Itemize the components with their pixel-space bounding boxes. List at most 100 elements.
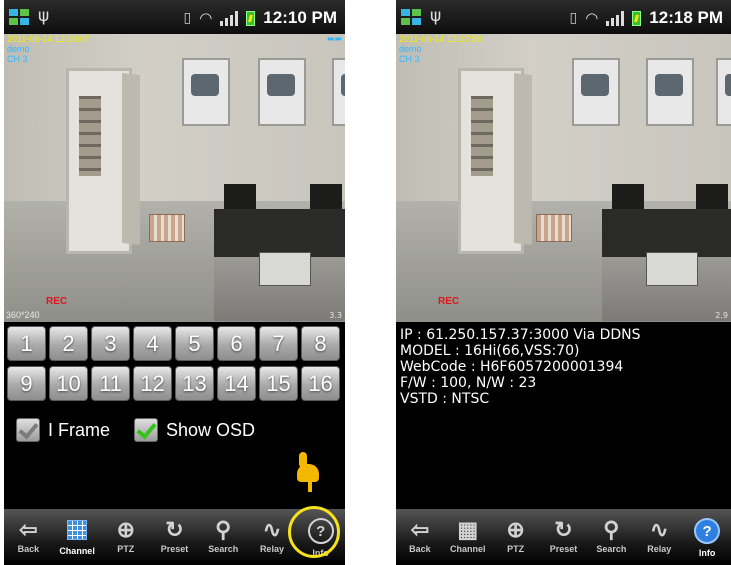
channel-button-2[interactable]: 2 xyxy=(49,326,88,361)
channel-button-15[interactable]: 15 xyxy=(259,366,298,401)
toolbar-info-label: Info xyxy=(698,548,716,558)
iframe-checkbox[interactable]: I Frame xyxy=(16,418,110,442)
toolbar-ptz-button[interactable]: ⊕ PTZ xyxy=(492,509,540,565)
pointing-hand-icon xyxy=(295,452,319,492)
ptz-icon: ⊕ xyxy=(506,517,525,542)
checkbox-checked-icon xyxy=(134,418,159,442)
status-time: 12:10 PM xyxy=(263,8,337,27)
channel-button-10[interactable]: 10 xyxy=(49,366,88,401)
signal-icon xyxy=(606,10,625,26)
info-highlight-circle xyxy=(288,506,340,558)
channel-button-grid: 1 2 3 4 5 6 7 8 9 10 11 12 13 14 15 16 xyxy=(7,326,342,401)
rec-indicator: REC xyxy=(438,296,460,307)
preset-icon: ↻ xyxy=(165,517,184,542)
camera-scene-poster xyxy=(646,58,694,126)
battery-charging-icon xyxy=(632,10,642,26)
phone-screen-channel-view: ψ ▯ ◠ 12:10 PM 2011-06-14 12:10:07 demo … xyxy=(4,0,345,565)
search-icon: ⚲ xyxy=(215,517,232,542)
channel-button-5[interactable]: 5 xyxy=(175,326,214,361)
toolbar-preset-label: Preset xyxy=(160,544,189,554)
camera-scene-poster xyxy=(572,58,620,126)
toolbar-search-button[interactable]: ⚲ Search xyxy=(587,509,635,565)
channel-grid-icon xyxy=(67,520,88,540)
toolbar-channel-label: Channel xyxy=(450,544,486,554)
preset-icon: ↻ xyxy=(554,517,573,542)
camera-view[interactable]: 2011-06-14 12:17:56 demo CH 3 REC 2.9 xyxy=(396,34,731,322)
osd-timestamp: 2011-06-14 12:17:56 xyxy=(399,34,482,44)
back-arrow-icon: ⇦ xyxy=(410,517,430,542)
device-info-panel: IP : 61.250.157.37:3000 Via DDNS MODEL :… xyxy=(400,327,641,407)
channel-grid-icon: ▦ xyxy=(457,517,479,542)
channel-button-7[interactable]: 7 xyxy=(259,326,298,361)
toolbar-back-button[interactable]: ⇦ Back xyxy=(4,509,53,565)
camera-scene-poster xyxy=(716,58,731,126)
signal-icon xyxy=(220,10,239,26)
app-grid-icon xyxy=(401,9,421,25)
osd-overlay: 2011-06-14 12:10:07 demo CH 3 xyxy=(7,34,90,64)
resolution-label: 360*240 xyxy=(6,310,40,320)
usb-icon: ψ xyxy=(38,6,50,26)
toolbar-preset-button[interactable]: ↻ Preset xyxy=(540,509,588,565)
info-model: MODEL : 16Hi(66,VSS:70) xyxy=(400,343,580,359)
toolbar-ptz-label: PTZ xyxy=(507,544,525,554)
search-icon: ⚲ xyxy=(603,517,620,542)
show-osd-checkbox[interactable]: Show OSD xyxy=(134,418,255,442)
status-bar: ψ ▯ ◠ 12:18 PM xyxy=(396,0,731,34)
osd-site: demo xyxy=(7,44,30,54)
toolbar-info-button[interactable]: ? Info xyxy=(683,509,731,565)
battery-charging-icon xyxy=(246,10,256,26)
camera-scene-poster xyxy=(332,58,345,126)
toolbar-ptz-label: PTZ xyxy=(117,544,135,554)
channel-button-1[interactable]: 1 xyxy=(7,326,46,361)
channel-button-9[interactable]: 9 xyxy=(7,366,46,401)
iframe-label: I Frame xyxy=(48,419,111,440)
channel-button-8[interactable]: 8 xyxy=(301,326,340,361)
wifi-icon: ◠ xyxy=(585,9,599,27)
back-arrow-icon: ⇦ xyxy=(19,517,38,542)
channel-button-12[interactable]: 12 xyxy=(133,366,172,401)
osd-channel: CH 3 xyxy=(7,54,28,64)
toolbar-relay-button[interactable]: ∿ Relay xyxy=(635,509,683,565)
toolbar-search-button[interactable]: ⚲ Search xyxy=(199,509,248,565)
channel-button-6[interactable]: 6 xyxy=(217,326,256,361)
app-grid-icon xyxy=(9,9,29,25)
relay-icon: ∿ xyxy=(262,517,282,542)
toolbar-preset-button[interactable]: ↻ Preset xyxy=(150,509,199,565)
toolbar-relay-label: Relay xyxy=(647,544,672,554)
ptz-icon: ⊕ xyxy=(116,517,136,542)
channel-button-14[interactable]: 14 xyxy=(217,366,256,401)
toolbar-ptz-button[interactable]: ⊕ PTZ xyxy=(101,509,150,565)
toolbar-back-label: Back xyxy=(409,544,431,554)
info-video-standard: VSTD : NTSC xyxy=(400,391,490,407)
osd-overlay: 2011-06-14 12:17:56 demo CH 3 xyxy=(399,34,482,64)
info-webcode: WebCode : H6F6057200001394 xyxy=(400,359,624,375)
frame-rate-label: 3.3 xyxy=(329,311,342,320)
info-firmware: F/W : 100, N/W : 23 xyxy=(400,375,537,391)
camera-scene-poster xyxy=(182,58,230,126)
channel-button-11[interactable]: 11 xyxy=(91,366,130,401)
frame-rate-label: 2.9 xyxy=(715,311,728,320)
bottom-toolbar: ⇦ Back ▦ Channel ⊕ PTZ ↻ Preset ⚲ Search… xyxy=(396,509,731,565)
toolbar-channel-button[interactable]: ▦ Channel xyxy=(444,509,492,565)
osd-site: demo xyxy=(399,44,422,54)
show-osd-label: Show OSD xyxy=(166,419,256,440)
usb-icon: ψ xyxy=(430,6,442,26)
toolbar-preset-label: Preset xyxy=(549,544,578,554)
osd-channel: CH 3 xyxy=(399,54,420,64)
channel-button-13[interactable]: 13 xyxy=(175,366,214,401)
camera-view[interactable]: 2011-06-14 12:10:07 demo CH 3 ▬▬ REC 360… xyxy=(4,34,345,322)
rec-indicator: REC xyxy=(46,296,68,307)
info-icon: ? xyxy=(694,518,721,544)
osd-corner-indicator: ▬▬ xyxy=(326,34,342,43)
status-time: 12:18 PM xyxy=(649,8,723,27)
toolbar-back-button[interactable]: ⇦ Back xyxy=(396,509,444,565)
osd-timestamp: 2011-06-14 12:10:07 xyxy=(7,34,90,44)
relay-icon: ∿ xyxy=(650,517,669,542)
channel-button-4[interactable]: 4 xyxy=(133,326,172,361)
channel-button-3[interactable]: 3 xyxy=(91,326,130,361)
toolbar-search-label: Search xyxy=(596,544,627,554)
toolbar-channel-button[interactable]: Channel xyxy=(53,509,102,565)
phone-screen-info-view: ψ ▯ ◠ 12:18 PM 2011-06-14 12:17:56 demo … xyxy=(396,0,731,565)
toolbar-channel-label: Channel xyxy=(59,546,95,556)
channel-button-16[interactable]: 16 xyxy=(301,366,340,401)
